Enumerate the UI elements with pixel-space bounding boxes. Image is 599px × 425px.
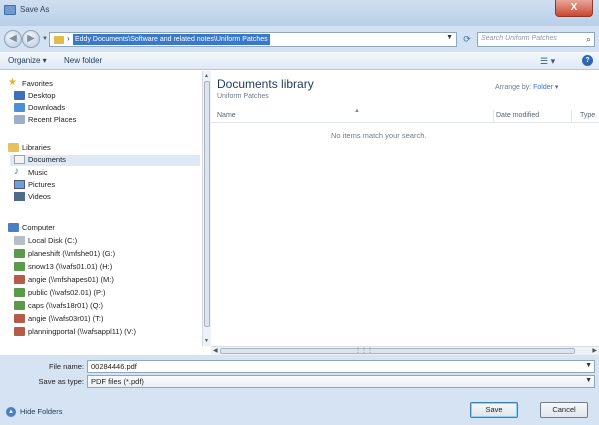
folder-icon — [54, 36, 64, 44]
nav-label: Downloads — [28, 103, 66, 112]
column-header-date-modified[interactable]: Date modified — [496, 112, 539, 119]
file-name-dropdown-icon[interactable]: ▼ — [585, 362, 592, 369]
disconnected-drive-icon — [14, 327, 25, 336]
file-list-pane: Documents library Uniform Patches Arrang… — [211, 71, 599, 346]
save-form: File name: 00284446.pdf ▼ Save as type: … — [0, 355, 599, 425]
command-toolbar: Organize ▾ New folder ☰ ▾ ? — [0, 52, 599, 70]
recent-pages-dropdown-icon[interactable]: ▼ — [42, 36, 48, 42]
nav-label: Local Disk (C:) — [28, 236, 78, 245]
address-dropdown-icon[interactable]: ▼ — [446, 34, 453, 41]
scroll-down-icon[interactable]: ▼ — [204, 338, 209, 344]
window-icon — [4, 5, 16, 15]
nav-pane-scrollbar[interactable]: ▲ ▼ — [202, 71, 211, 346]
star-icon: ★ — [8, 77, 17, 88]
sort-indicator-icon: ▲ — [354, 108, 360, 114]
column-header-type[interactable]: Type — [580, 112, 595, 119]
nav-label: Desktop — [28, 91, 56, 100]
nav-label: Libraries — [22, 143, 51, 152]
documents-icon — [14, 155, 25, 164]
hide-folders-label: Hide Folders — [20, 407, 63, 416]
network-drive-icon — [14, 262, 25, 271]
network-drive-icon — [14, 301, 25, 310]
file-list-horizontal-scrollbar[interactable]: ◀ ⋮⋮⋮ ▶ — [211, 346, 599, 355]
network-drive-icon — [14, 288, 25, 297]
cancel-button[interactable]: Cancel — [540, 402, 588, 418]
nav-label: Recent Places — [28, 115, 77, 124]
nav-label: angie (\\mfshapes01) (M:) — [28, 275, 114, 284]
nav-item-documents[interactable]: Documents — [10, 155, 200, 166]
column-header-name[interactable]: Name — [217, 112, 236, 119]
column-divider[interactable] — [493, 110, 494, 122]
computer-icon — [8, 223, 19, 232]
scroll-up-icon[interactable]: ▲ — [204, 73, 209, 79]
navigation-pane: ★ Favorites Desktop Downloads Recent Pla… — [0, 71, 205, 346]
nav-label: Documents — [28, 155, 66, 164]
empty-results-message: No items match your search. — [331, 131, 427, 140]
nav-label: planningportal (\\vafsappl11) (V:) — [28, 327, 136, 336]
search-icon[interactable]: ⌕ — [586, 34, 591, 45]
pictures-icon — [14, 180, 25, 189]
scroll-thumb[interactable] — [204, 81, 210, 327]
chevron-up-icon: ▲ — [6, 407, 16, 418]
scroll-left-icon[interactable]: ◀ — [213, 347, 218, 354]
nav-label: snow13 (\\vafs01.01) (H:) — [28, 262, 113, 271]
scroll-right-icon[interactable]: ▶ — [592, 347, 597, 354]
save-type-dropdown-icon[interactable]: ▼ — [585, 377, 592, 384]
scroll-thumb[interactable]: ⋮⋮⋮ — [220, 348, 575, 354]
save-button[interactable]: Save — [470, 402, 518, 418]
nav-label: public (\\vafs02.01) (P:) — [28, 288, 106, 297]
network-drive-icon — [14, 249, 25, 258]
nav-label: caps (\\vafs18r01) (Q:) — [28, 301, 104, 310]
save-type-select[interactable]: PDF files (*.pdf) ▼ — [87, 375, 595, 388]
organize-button[interactable]: Organize ▾ — [8, 56, 47, 65]
music-icon: ♪ — [14, 166, 19, 177]
libraries-icon — [8, 143, 19, 152]
disconnected-drive-icon — [14, 314, 25, 323]
arrange-by-dropdown[interactable]: Folder ▾ — [533, 84, 558, 91]
help-icon[interactable]: ? — [582, 55, 593, 66]
nav-label: Videos — [28, 192, 51, 201]
desktop-icon — [14, 91, 25, 100]
file-name-field[interactable]: 00284446.pdf ▼ — [87, 360, 595, 373]
hide-folders-button[interactable]: ▲ Hide Folders — [6, 407, 63, 418]
refresh-button[interactable]: ⟳ — [460, 32, 474, 47]
column-divider[interactable] — [571, 110, 572, 122]
save-type-value: PDF files (*.pdf) — [91, 377, 144, 386]
title-bar: Save As X — [0, 0, 599, 26]
breadcrumb-chevron-icon[interactable]: › — [67, 34, 70, 43]
videos-icon — [14, 192, 25, 201]
back-button[interactable]: ◀ — [4, 30, 22, 48]
address-path[interactable]: Eddy Documents\Software and related note… — [73, 34, 270, 45]
column-header-row: Name ▲ Date modified Type — [211, 108, 599, 123]
new-folder-button[interactable]: New folder — [64, 56, 102, 65]
recent-places-icon — [14, 115, 25, 124]
nav-label: angie (\\vafs03r01) (T:) — [28, 314, 104, 323]
library-title: Documents library — [217, 77, 314, 91]
library-subtitle: Uniform Patches — [217, 93, 269, 100]
address-field[interactable]: › Eddy Documents\Software and related no… — [49, 32, 457, 47]
disconnected-drive-icon — [14, 275, 25, 284]
nav-label: planeshift (\\mfshe01) (G:) — [28, 249, 116, 258]
local-disk-icon — [14, 236, 25, 245]
nav-label: Favorites — [22, 79, 53, 88]
views-icon[interactable]: ☰ ▾ — [540, 56, 555, 67]
file-name-value: 00284446.pdf — [91, 362, 137, 371]
downloads-icon — [14, 103, 25, 112]
grip-icon: ⋮⋮⋮ — [355, 348, 373, 354]
nav-label: Music — [28, 168, 48, 177]
file-name-label: File name: — [48, 362, 84, 371]
arrange-by: Arrange by: Folder ▾ — [495, 83, 558, 91]
save-type-label: Save as type: — [38, 377, 84, 386]
forward-button[interactable]: ▶ — [22, 30, 40, 48]
nav-label: Pictures — [28, 180, 56, 189]
address-bar-area: ◀ ▶ ▼ › Eddy Documents\Software and rela… — [0, 26, 599, 52]
arrange-by-label: Arrange by: — [495, 84, 532, 91]
window-title: Save As — [20, 5, 50, 14]
nav-label: Computer — [22, 223, 55, 232]
close-button[interactable]: X — [555, 0, 593, 17]
search-placeholder: Search Uniform Patches — [481, 35, 557, 42]
search-input[interactable]: Search Uniform Patches ⌕ — [477, 32, 595, 47]
